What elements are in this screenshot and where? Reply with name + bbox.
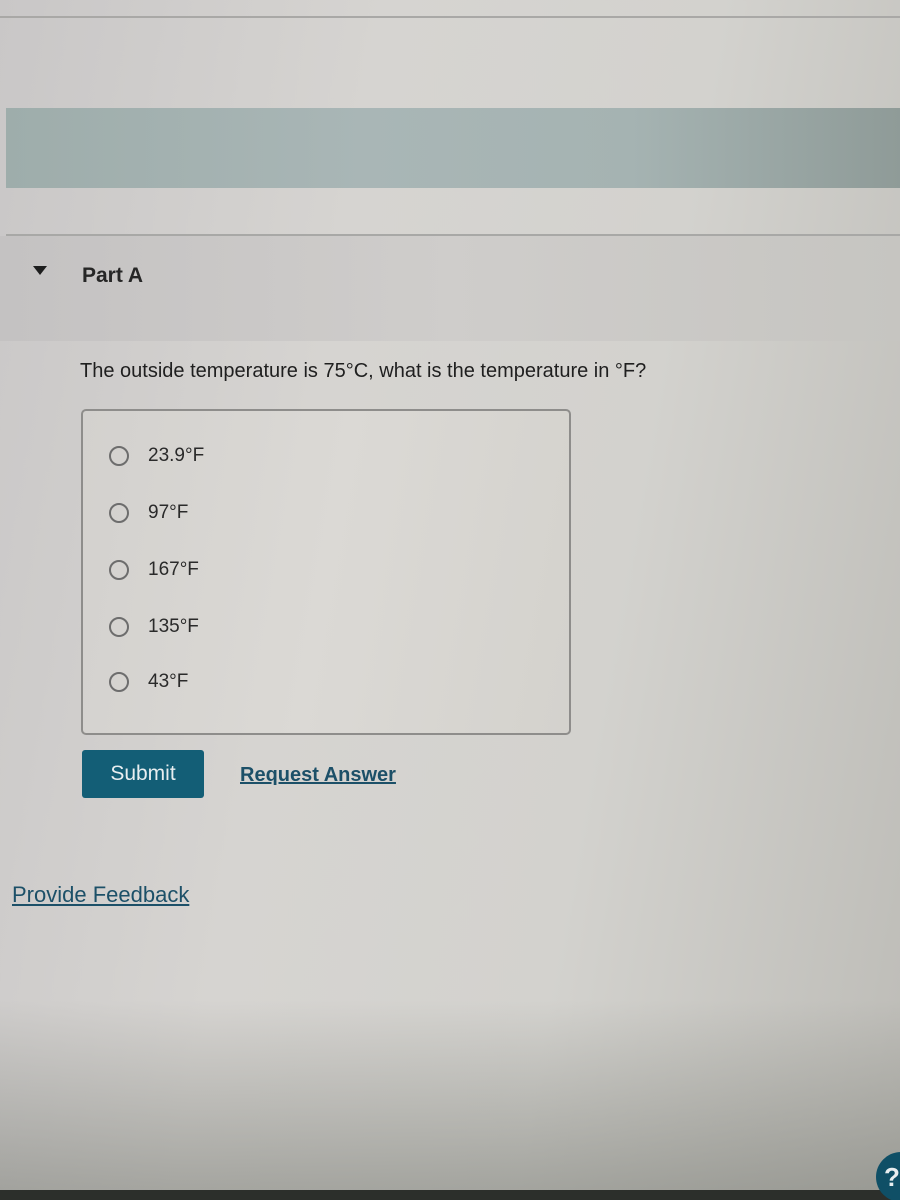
radio-button-icon[interactable]: [109, 617, 129, 637]
radio-button-icon[interactable]: [109, 446, 129, 466]
answer-choices: 23.9°F 97°F 167°F 135°F 43°F: [81, 409, 571, 735]
bottom-shade: [0, 1000, 900, 1200]
submit-button[interactable]: Submit: [82, 750, 204, 798]
radio-button-icon[interactable]: [109, 560, 129, 580]
help-glyph: ?: [884, 1161, 900, 1192]
choice-option[interactable]: 135°F: [109, 616, 199, 638]
part-title[interactable]: Part A: [82, 264, 143, 288]
radio-button-icon[interactable]: [109, 503, 129, 523]
collapse-triangle-icon[interactable]: [33, 266, 47, 275]
choice-label: 97°F: [148, 502, 189, 523]
request-answer-link[interactable]: Request Answer: [240, 764, 396, 787]
choice-option[interactable]: 23.9°F: [109, 445, 204, 467]
header-banner: [6, 108, 900, 188]
choice-option[interactable]: 167°F: [109, 559, 199, 581]
provide-feedback-link[interactable]: Provide Feedback: [12, 882, 189, 908]
choice-option[interactable]: 97°F: [109, 502, 188, 524]
choice-label: 23.9°F: [148, 445, 205, 466]
choice-label: 167°F: [148, 559, 199, 580]
choice-option[interactable]: 43°F: [109, 671, 188, 693]
choice-label: 43°F: [148, 671, 189, 692]
bottom-bar: [0, 1190, 900, 1200]
question-text: The outside temperature is 75°C, what is…: [80, 360, 647, 382]
choice-label: 135°F: [148, 616, 199, 637]
radio-button-icon[interactable]: [109, 672, 129, 692]
part-header: [0, 236, 900, 341]
top-divider: [0, 16, 900, 18]
